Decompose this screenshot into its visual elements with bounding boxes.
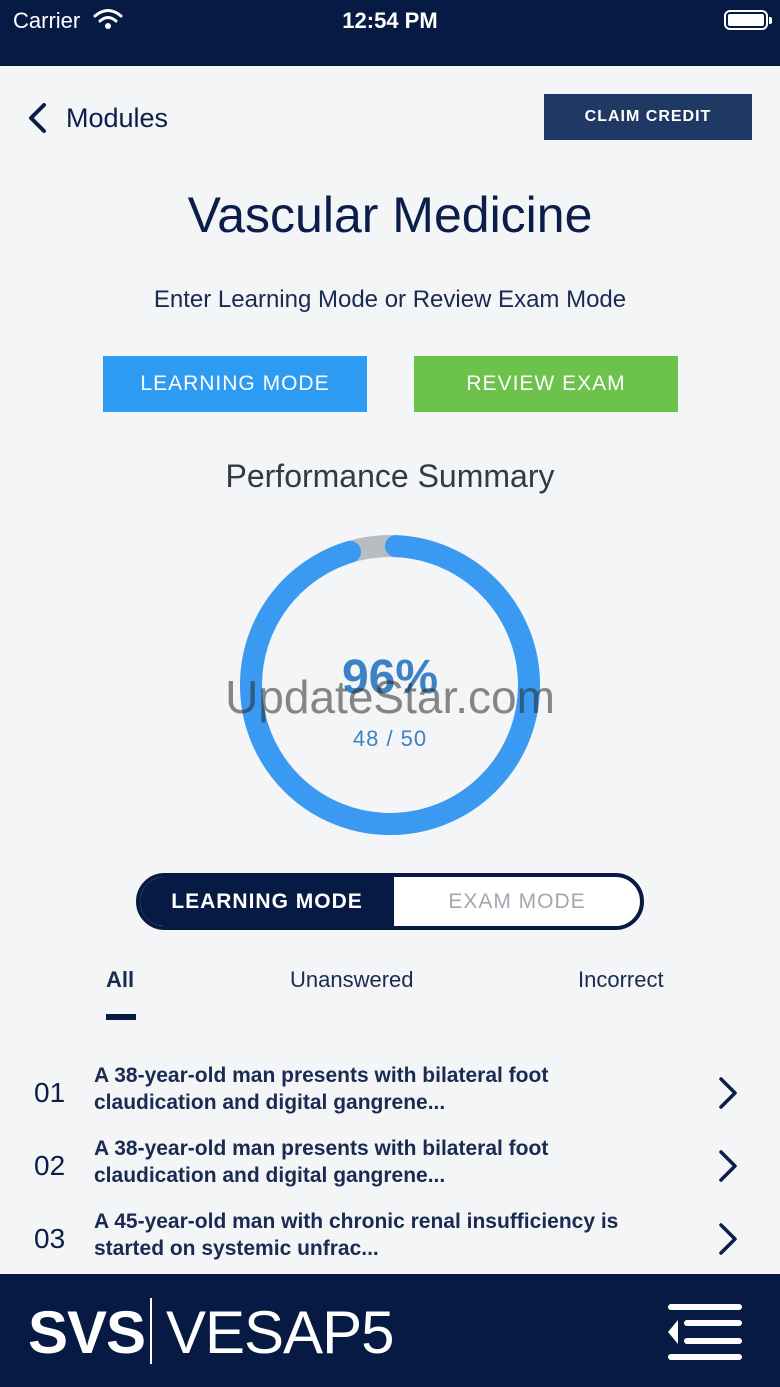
question-line-1: A 38-year-old man presents with bilatera… <box>94 1137 549 1160</box>
logo-divider <box>150 1298 152 1364</box>
tab-all-indicator <box>106 1014 136 1020</box>
question-preview: A 45-year-old man with chronic renal ins… <box>94 1208 694 1262</box>
chevron-right-icon <box>719 1077 737 1109</box>
performance-percent: 96% <box>341 651 439 704</box>
performance-summary-title: Performance Summary <box>225 458 555 494</box>
exam-mode-segment[interactable]: EXAM MODE <box>394 877 640 926</box>
learning-mode-segment[interactable]: LEARNING MODE <box>140 877 394 926</box>
page-subtitle: Enter Learning Mode or Review Exam Mode <box>153 286 627 313</box>
back-button[interactable]: Modules <box>24 100 168 136</box>
question-list-item[interactable]: 03 A 45-year-old man with chronic renal … <box>0 1204 780 1274</box>
question-preview: A 38-year-old man presents with bilatera… <box>94 1135 694 1189</box>
battery-icon <box>724 10 772 30</box>
tab-incorrect[interactable]: Incorrect <box>578 967 664 993</box>
svs-logo: SVS <box>28 1299 146 1366</box>
question-preview: A 38-year-old man presents with bilatera… <box>94 1062 694 1116</box>
question-line-1: A 38-year-old man presents with bilatera… <box>94 1064 549 1087</box>
menu-collapse-icon[interactable] <box>666 1302 744 1362</box>
question-list-item[interactable]: 02 A 38-year-old man presents with bilat… <box>0 1131 780 1201</box>
question-line-2: started on systemic unfrac... <box>94 1237 379 1260</box>
tab-unanswered[interactable]: Unanswered <box>290 967 414 993</box>
question-number: 02 <box>34 1150 66 1181</box>
question-list-item[interactable]: 01 A 38-year-old man presents with bilat… <box>0 1058 780 1128</box>
question-line-2: claudication and digital gangrene... <box>94 1164 446 1187</box>
question-line-2: claudication and digital gangrene... <box>94 1091 446 1114</box>
chevron-right-icon <box>719 1223 737 1255</box>
review-exam-button[interactable]: REVIEW EXAM <box>414 356 678 412</box>
status-bar: Carrier 12:54 PM <box>0 0 780 66</box>
question-number: 03 <box>34 1223 66 1254</box>
learning-mode-button[interactable]: LEARNING MODE <box>103 356 367 412</box>
tab-all[interactable]: All <box>106 967 134 993</box>
chevron-right-icon <box>719 1150 737 1182</box>
clock: 12:54 PM <box>342 8 438 33</box>
claim-credit-button[interactable]: CLAIM CREDIT <box>544 94 752 140</box>
mode-toggle: LEARNING MODE EXAM MODE <box>136 873 644 930</box>
performance-count: 48 / 50 <box>352 726 428 751</box>
bottom-bar: SVS VESAP5 <box>0 1274 780 1387</box>
vesap5-logo: VESAP5 <box>166 1299 394 1366</box>
chevron-left-icon <box>29 103 46 133</box>
question-line-1: A 45-year-old man with chronic renal ins… <box>94 1210 619 1233</box>
question-number: 01 <box>34 1077 66 1108</box>
back-label: Modules <box>66 102 169 133</box>
page-title: Vascular Medicine <box>187 187 593 243</box>
